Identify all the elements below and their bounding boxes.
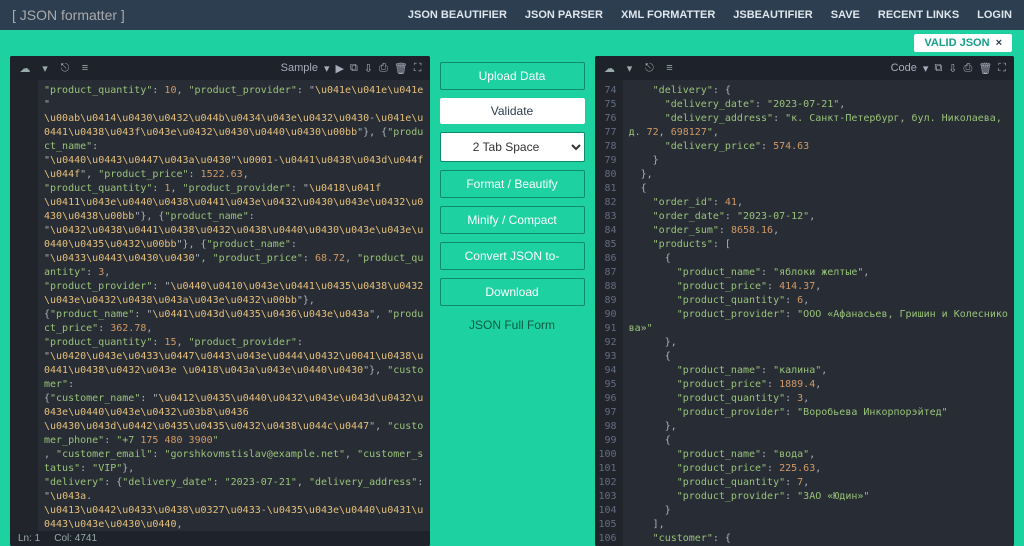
upload-button[interactable]: Upload Data [440,62,585,90]
trash-icon[interactable]: 🗑 [978,62,992,75]
left-statusbar: Ln: 1 Col: 4741 [10,531,430,546]
filter-icon[interactable]: ▾ [623,61,637,75]
nav-item[interactable]: SAVE [831,9,860,21]
minify-button[interactable]: Minify / Compact [440,206,585,234]
right-code[interactable]: "delivery": { "delivery_date": "2023-07-… [623,80,1014,546]
download-icon[interactable]: ⇩ [948,62,957,75]
cloud-icon[interactable]: ☁ [603,61,617,75]
right-gutter: 7475767778798081828384858687888990919293… [595,80,623,546]
filter-icon[interactable]: ▾ [38,61,52,75]
print-icon[interactable]: ⎙ [964,62,973,75]
format-button[interactable]: Format / Beautify [440,170,585,198]
expand-icon[interactable]: ⛶ [998,62,1006,75]
copy-icon[interactable]: ⧉ [934,62,942,75]
left-code[interactable]: "product_quantity": 10, "product_provide… [38,80,430,531]
logo: [ JSON formatter ] [12,7,125,23]
expand-icon[interactable]: ⛶ [414,62,422,75]
status-ln: Ln: 1 [18,533,40,544]
valid-json-text: VALID JSON [924,37,989,49]
badge-row: VALID JSON × [0,30,1024,56]
link-icon[interactable]: ⎋ [643,61,657,75]
convert-button[interactable]: Convert JSON to- [440,242,585,270]
left-editor[interactable]: "product_quantity": 10, "product_provide… [10,80,430,531]
status-col: Col: 4741 [54,533,97,544]
nav-item[interactable]: JSBEAUTIFIER [733,9,812,21]
download-icon[interactable]: ⇩ [364,62,373,75]
download-button[interactable]: Download [440,278,585,306]
sample-label[interactable]: Sample [281,62,318,74]
print-icon[interactable]: ⎙ [379,62,388,75]
nav-item[interactable]: XML FORMATTER [621,9,715,21]
menu-icon[interactable]: ≡ [78,61,92,75]
code-label[interactable]: Code [891,62,917,74]
right-editor[interactable]: 7475767778798081828384858687888990919293… [595,80,1015,546]
main: ☁ ▾ ⎋ ≡ Sample ▾ ▶ ⧉ ⇩ ⎙ 🗑 ⛶ [0,56,1024,546]
nav-item[interactable]: JSON PARSER [525,9,603,21]
json-full-form-link[interactable]: JSON Full Form [440,318,585,332]
nav-item[interactable]: LOGIN [977,9,1012,21]
close-icon[interactable]: × [996,37,1002,49]
cloud-icon[interactable]: ☁ [18,61,32,75]
chevron-down-icon[interactable]: ▾ [923,62,929,75]
topbar: [ JSON formatter ] JSON BEAUTIFIER JSON P… [0,0,1024,30]
nav: JSON BEAUTIFIER JSON PARSER XML FORMATTER J… [408,9,1012,21]
chevron-down-icon[interactable]: ▾ [324,62,330,75]
center-column: Upload Data Validate 2 Tab Space Format … [440,56,585,546]
right-toolbar: ☁ ▾ ⎋ ≡ Code ▾ ⧉ ⇩ ⎙ 🗑 ⛶ [595,56,1015,80]
trash-icon[interactable]: 🗑 [394,62,408,75]
nav-item[interactable]: RECENT LINKS [878,9,959,21]
menu-icon[interactable]: ≡ [663,61,677,75]
tab-space-select[interactable]: 2 Tab Space [440,132,585,162]
validate-button[interactable]: Validate [440,98,585,124]
left-panel: ☁ ▾ ⎋ ≡ Sample ▾ ▶ ⧉ ⇩ ⎙ 🗑 ⛶ [10,56,430,546]
left-gutter [10,80,38,531]
left-toolbar: ☁ ▾ ⎋ ≡ Sample ▾ ▶ ⧉ ⇩ ⎙ 🗑 ⛶ [10,56,430,80]
link-icon[interactable]: ⎋ [58,61,72,75]
copy-icon[interactable]: ⧉ [350,62,358,75]
nav-item[interactable]: JSON BEAUTIFIER [408,9,507,21]
valid-json-badge: VALID JSON × [914,34,1012,52]
right-panel: ☁ ▾ ⎋ ≡ Code ▾ ⧉ ⇩ ⎙ 🗑 ⛶ 747576777879808… [595,56,1015,546]
play-icon[interactable]: ▶ [335,62,343,75]
